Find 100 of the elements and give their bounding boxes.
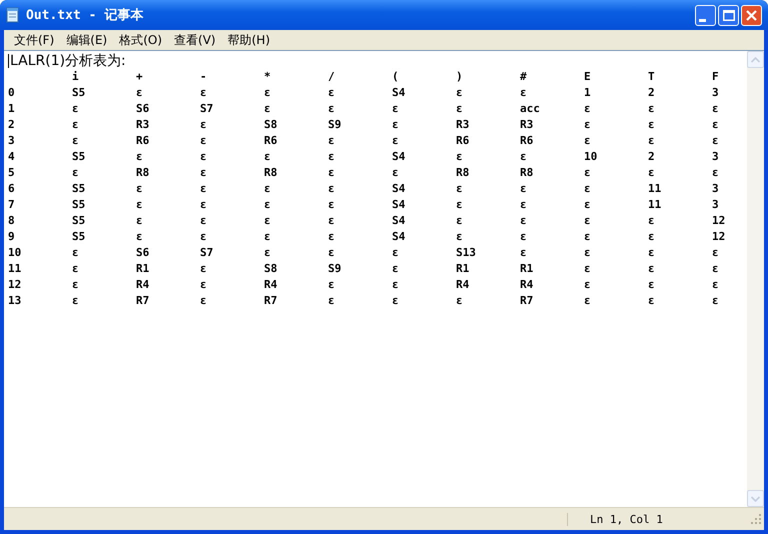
table-cell-text: ε [584,277,592,293]
state-number: 9 [8,229,16,245]
menu-item[interactable]: 格式(O) [113,32,168,48]
table-cell-text: S5 [72,229,86,245]
resize-grip-icon[interactable] [750,513,762,525]
menu-item[interactable]: 文件(F) [8,32,60,48]
table-cell-text: R6 [264,133,278,149]
table-cell-text: ε [584,165,592,181]
scroll-down-button[interactable] [747,490,764,507]
table-cell-text: 12 [712,213,726,229]
table-cell-text: ε [328,101,336,117]
table-cell-text: ε [456,181,464,197]
table-cell-text: R7 [520,293,534,309]
table-cell-text: S6 [136,101,150,117]
table-cell-text: ε [72,165,80,181]
table-cell-text: ε [456,229,464,245]
minimize-button[interactable] [695,4,716,26]
table-cell-text: S5 [72,197,86,213]
table-cell-text: ε [392,293,400,309]
table-cell-text: R6 [456,133,470,149]
table-cell-text: 11 [648,181,662,197]
table-cell-text: S7 [200,245,214,261]
table-cell-text: ε [712,245,720,261]
table-cell-text: ε [264,85,272,101]
table-cell-text: ε [712,165,720,181]
table-cell-text: ε [200,229,208,245]
table-cell-text: ε [584,293,592,309]
table-cell-text: R4 [136,277,150,293]
state-number: 11 [8,261,22,277]
table-cell-text: R8 [520,165,534,181]
table-cell-text: R4 [456,277,470,293]
maximize-icon [722,10,734,20]
maximize-button[interactable] [718,4,739,26]
table-cell-text: ε [712,293,720,309]
column-header: / [328,69,336,85]
table-cell-text: ε [456,101,464,117]
menu-item[interactable]: 帮助(H) [222,32,276,48]
table-cell-text: ε [456,149,464,165]
table-cell-text: ε [264,197,272,213]
table-cell-text: R3 [136,117,150,133]
table-cell-text: R8 [264,165,278,181]
table-cell-text: 3 [712,197,720,213]
vertical-scrollbar[interactable] [747,51,764,507]
table-cell-text: R1 [520,261,534,277]
table-cell-text: ε [584,181,592,197]
table-cell-text: ε [200,165,208,181]
table-cell-text: ε [392,165,400,181]
column-header: * [264,69,272,85]
table-cell-text: ε [648,229,656,245]
table-cell-text: ε [136,85,144,101]
table-cell-text: S9 [328,261,342,277]
table-cell-text: ε [328,293,336,309]
table-cell-text: ε [200,117,208,133]
table-cell-text: ε [392,261,400,277]
table-cell-text: acc [520,101,541,117]
table-cell-text: ε [648,277,656,293]
table-cell-text: ε [584,229,592,245]
table-cell-text: ε [456,85,464,101]
table-cell-text: ε [648,261,656,277]
table-cell-text: R4 [520,277,534,293]
state-number: 7 [8,197,16,213]
state-number: 0 [8,85,16,101]
table-cell-text: ε [264,229,272,245]
table-cell-text: ε [200,277,208,293]
close-button[interactable] [741,4,762,26]
state-number: 2 [8,117,16,133]
table-cell-text: ε [72,117,80,133]
state-number: 8 [8,213,16,229]
table-cell-text: ε [200,197,208,213]
table-cell-text: R8 [456,165,470,181]
state-number: 5 [8,165,16,181]
table-cell-text: S9 [328,117,342,133]
table-cell-text: ε [520,149,528,165]
table-cell-text: S13 [456,245,477,261]
table-cell-text: S8 [264,261,278,277]
table-cell-text: ε [328,85,336,101]
table-cell-text: ε [72,245,80,261]
table-cell-text: R3 [520,117,534,133]
table-cell-text: ε [328,149,336,165]
state-number: 6 [8,181,16,197]
menu-item[interactable]: 查看(V) [168,32,222,48]
table-cell-text: 3 [712,181,720,197]
table-cell-text: ε [712,101,720,117]
table-cell-text: ε [712,277,720,293]
table-cell-text: S5 [72,213,86,229]
table-cell-text: ε [200,181,208,197]
table-cell-text: ε [584,133,592,149]
table-cell-text: ε [200,85,208,101]
table-cell-text: ε [136,149,144,165]
scroll-up-button[interactable] [747,51,764,68]
table-cell-text: 1 [584,85,592,101]
state-number: 3 [8,133,16,149]
table-cell-text: R1 [136,261,150,277]
text-cursor [8,54,9,68]
table-cell-text: 3 [712,149,720,165]
table-cell-text: 12 [712,229,726,245]
table-cell-text: ε [520,181,528,197]
menu-item[interactable]: 编辑(E) [60,32,114,48]
table-cell-text: ε [648,245,656,261]
table-cell-text: ε [328,181,336,197]
